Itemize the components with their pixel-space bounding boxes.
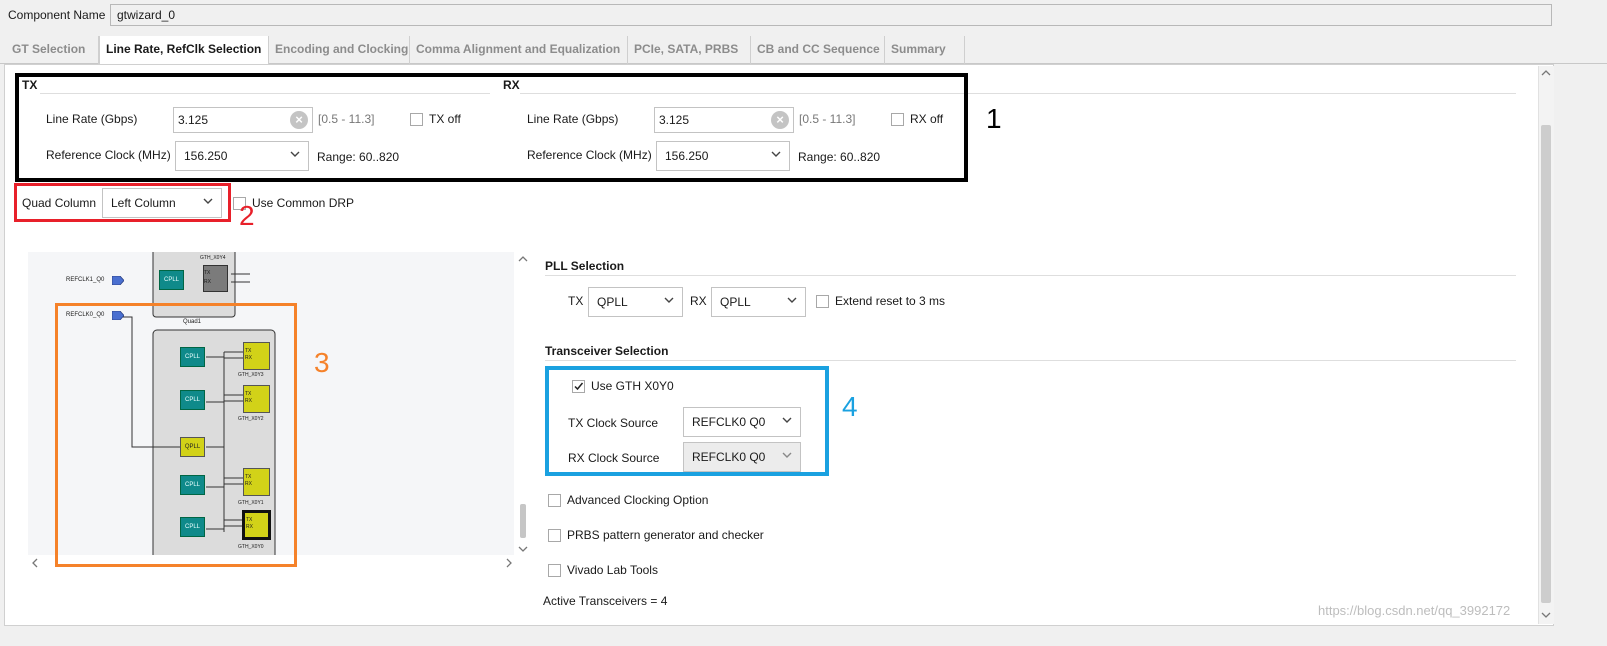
active-transceivers-text: Active Transceivers = 4 — [543, 594, 668, 608]
annotation-label-3: 3 — [314, 347, 330, 378]
tab-gt-selection[interactable]: GT Selection — [6, 36, 99, 64]
common-drp-label: Use Common DRP — [252, 196, 355, 210]
scroll-left-icon[interactable] — [30, 558, 40, 568]
tab-cb-cc-sequence[interactable]: CB and CC Sequence — [751, 36, 885, 64]
chevron-down-icon — [787, 297, 797, 303]
annotation-box-1 — [15, 73, 968, 182]
prbs-checkbox[interactable] — [548, 529, 561, 542]
pll-section-title: PLL Selection — [545, 259, 625, 273]
chevron-down-icon — [664, 297, 674, 303]
diagram-vertical-scrollbar[interactable] — [517, 252, 530, 556]
extend-reset-label: Extend reset to 3 ms — [835, 294, 946, 308]
annotation-box-4 — [545, 366, 829, 476]
vivado-lab-label: Vivado Lab Tools — [567, 563, 658, 577]
annotation-box-3 — [55, 303, 297, 567]
prbs-label: PRBS pattern generator and checker — [567, 528, 764, 542]
refclk1-label: REFCLK1_Q0 — [66, 277, 105, 283]
scroll-right-icon[interactable] — [504, 558, 514, 568]
quad1-cpll-block: CPLL — [159, 270, 184, 290]
pll-tx-value: QPLL — [597, 295, 628, 309]
annotation-box-2 — [14, 183, 231, 222]
scroll-up-icon[interactable] — [518, 254, 528, 264]
advanced-clocking-checkbox[interactable] — [548, 494, 561, 507]
quad1-gth-rx: RX — [204, 279, 211, 285]
pll-rx-label: RX — [690, 294, 707, 308]
pll-rx-select[interactable]: QPLL — [711, 287, 806, 317]
quad1-gth-tx: TX — [204, 270, 211, 276]
pll-rx-value: QPLL — [720, 295, 751, 309]
annotation-label-2: 2 — [239, 200, 255, 231]
scroll-up-icon[interactable] — [1541, 68, 1551, 78]
tab-bar: GT Selection Line Rate, RefClk Selection… — [0, 36, 1607, 64]
advanced-clocking-label: Advanced Clocking Option — [567, 493, 709, 507]
refclk1-port-icon — [112, 276, 124, 285]
scroll-down-icon[interactable] — [1541, 610, 1551, 620]
scroll-down-icon[interactable] — [518, 544, 528, 554]
pll-tx-select[interactable]: QPLL — [588, 287, 683, 317]
quad1-gth-label: GTH_X0Y4 — [200, 255, 226, 261]
annotation-label-4: 4 — [842, 391, 858, 422]
tab-comma-alignment[interactable]: Comma Alignment and Equalization — [410, 36, 628, 64]
pll-separator — [545, 275, 1516, 276]
tab-pcie-sata-prbs[interactable]: PCIe, SATA, PRBS — [628, 36, 751, 64]
diagram-scroll-thumb[interactable] — [520, 504, 526, 538]
tab-summary[interactable]: Summary — [885, 36, 965, 64]
transceiver-section-title: Transceiver Selection — [545, 344, 669, 358]
transceiver-separator — [545, 360, 1516, 361]
vivado-lab-checkbox[interactable] — [548, 564, 561, 577]
component-name-label: Component Name — [8, 8, 106, 22]
panel-scroll-thumb[interactable] — [1541, 125, 1551, 603]
watermark-text: https://blog.csdn.net/qq_3992172 — [1318, 603, 1511, 618]
extend-reset-checkbox[interactable] — [816, 295, 829, 308]
pll-tx-label: TX — [568, 294, 584, 308]
annotation-label-1: 1 — [986, 103, 1002, 134]
component-name-input[interactable]: gtwizard_0 — [110, 4, 1552, 26]
tab-line-rate-refclk[interactable]: Line Rate, RefClk Selection — [99, 36, 269, 64]
tab-encoding-clocking[interactable]: Encoding and Clocking — [269, 36, 410, 64]
